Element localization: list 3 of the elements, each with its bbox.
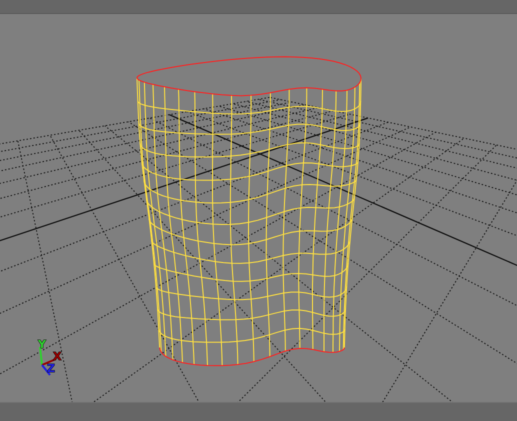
axis-label: Y bbox=[38, 338, 46, 351]
wireframe-mesh-drawing[interactable] bbox=[136, 56, 362, 366]
axis-label: Z bbox=[47, 362, 55, 375]
